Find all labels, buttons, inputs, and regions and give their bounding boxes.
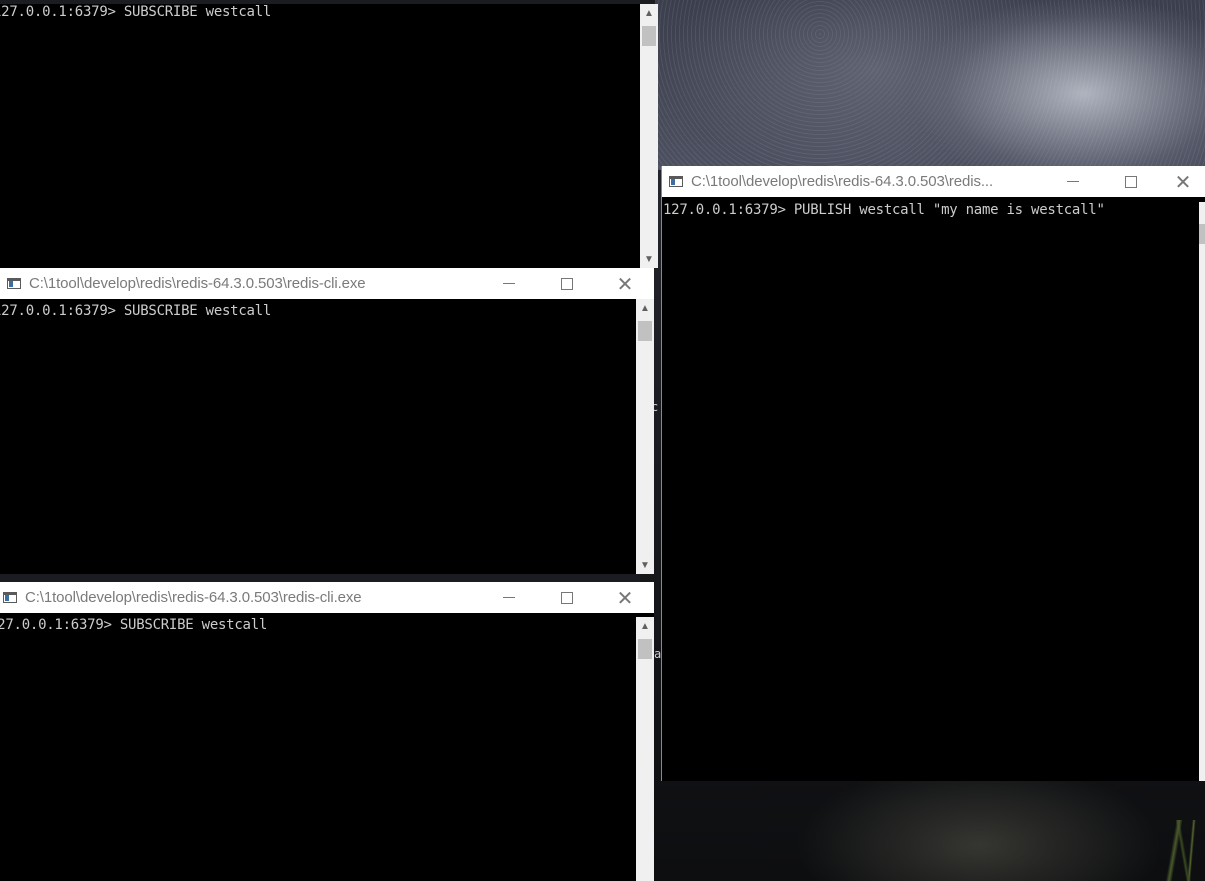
close-icon[interactable]: ✕	[596, 268, 654, 299]
minimize-icon[interactable]	[480, 268, 538, 299]
maximize-icon[interactable]	[538, 582, 596, 613]
window-titlebar[interactable]: C:\1tool\develop\redis\redis-64.3.0.503\…	[662, 166, 1205, 197]
chevron-up-icon[interactable]: ▲	[636, 299, 654, 317]
console-window-icon	[3, 592, 17, 603]
close-icon[interactable]: ✕	[596, 582, 654, 613]
window-title: C:\1tool\develop\redis\redis-64.3.0.503\…	[25, 589, 362, 606]
close-icon[interactable]: ✕	[1160, 166, 1205, 197]
console-line: 127.0.0.1:6379> SUBSCRIBE westcall	[0, 617, 268, 633]
maximize-icon[interactable]	[1102, 166, 1160, 197]
chevron-up-icon[interactable]: ▲	[636, 617, 654, 635]
window-title: C:\1tool\develop\redis\redis-64.3.0.503\…	[29, 275, 366, 292]
console-line: 127.0.0.1:6379> SUBSCRIBE westcall	[0, 4, 272, 20]
console-window-icon	[669, 176, 683, 187]
window-title: C:\1tool\develop\redis\redis-64.3.0.503\…	[691, 173, 994, 190]
chevron-up-icon[interactable]: ▲	[640, 4, 658, 22]
console-window-3[interactable]: C:\1tool\develop\redis\redis-64.3.0.503\…	[0, 582, 654, 881]
chevron-down-icon[interactable]: ▼	[640, 250, 658, 268]
maximize-icon[interactable]	[538, 268, 596, 299]
console-window-1[interactable]: 127.0.0.1:6379> SUBSCRIBE westcall ▲ ▼	[0, 4, 658, 268]
console-output: 127.0.0.1:6379> SUBSCRIBE westcall	[0, 4, 271, 20]
scrollbar-thumb[interactable]	[638, 639, 652, 659]
minimize-icon[interactable]	[480, 582, 538, 613]
window-titlebar[interactable]: C:\1tool\develop\redis\redis-64.3.0.503\…	[0, 582, 654, 613]
window-titlebar[interactable]: C:\1tool\develop\redis\redis-64.3.0.503\…	[0, 268, 654, 299]
console-output: 127.0.0.1:6379> SUBSCRIBE westcall	[0, 617, 267, 633]
wallpaper-sky	[655, 0, 1205, 170]
console-window-4[interactable]: C:\1tool\develop\redis\redis-64.3.0.503\…	[661, 166, 1205, 781]
console-window-2[interactable]: C:\1tool\develop\redis\redis-64.3.0.503\…	[0, 268, 654, 574]
console-output: 127.0.0.1:6379> SUBSCRIBE westcall	[0, 303, 271, 319]
vertical-scrollbar[interactable]: ▲	[636, 617, 654, 881]
console-window-icon	[7, 278, 21, 289]
console-output: 127.0.0.1:6379> PUBLISH westcall "my nam…	[662, 202, 1105, 218]
scrollbar-thumb[interactable]	[1199, 224, 1205, 244]
scrollbar-thumb[interactable]	[638, 321, 652, 341]
console-line: 127.0.0.1:6379> PUBLISH westcall "my nam…	[663, 202, 1105, 218]
minimize-icon[interactable]	[1044, 166, 1102, 197]
console-line: 127.0.0.1:6379> SUBSCRIBE westcall	[0, 303, 272, 319]
vertical-scrollbar[interactable]: ▲ ▼	[636, 299, 654, 574]
wallpaper-grass	[1150, 820, 1205, 881]
vertical-scrollbar[interactable]	[1199, 202, 1205, 781]
scrollbar-thumb[interactable]	[642, 26, 656, 46]
chevron-down-icon[interactable]: ▼	[636, 556, 654, 574]
vertical-scrollbar[interactable]: ▲ ▼	[640, 4, 658, 268]
